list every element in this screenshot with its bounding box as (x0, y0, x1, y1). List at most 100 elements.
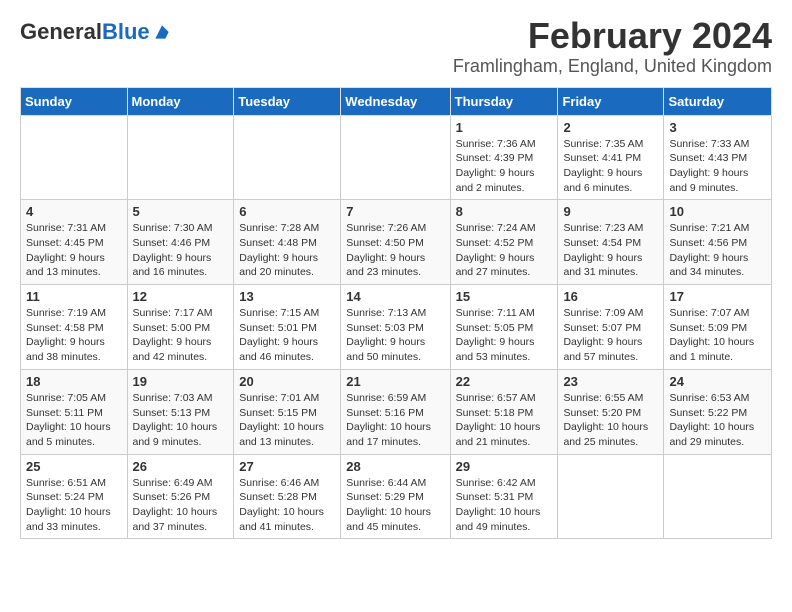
day-number: 1 (456, 120, 553, 135)
main-title: February 2024 (453, 16, 772, 56)
calendar-day-cell: 18Sunrise: 7:05 AM Sunset: 5:11 PM Dayli… (21, 369, 128, 454)
day-info: Sunrise: 7:23 AM Sunset: 4:54 PM Dayligh… (563, 221, 658, 280)
calendar-day-cell: 5 Sunrise: 7:30 AM Sunset: 4:46 PM Daylig… (127, 200, 234, 285)
day-number: 27 (239, 459, 335, 474)
calendar-day-cell: 9 Sunrise: 7:23 AM Sunset: 4:54 PM Daylig… (558, 200, 664, 285)
calendar-week-row: 1 Sunrise: 7:36 AM Sunset: 4:39 PM Daylig… (21, 115, 772, 200)
calendar-day-cell: 7 Sunrise: 7:26 AM Sunset: 4:50 PM Daylig… (341, 200, 450, 285)
day-number: 11 (26, 289, 122, 304)
day-info: Sunrise: 6:46 AM Sunset: 5:28 PM Dayligh… (239, 476, 335, 535)
calendar-day-cell: 13 Sunrise: 7:15 AM Sunset: 5:01 PM Dayli… (234, 285, 341, 370)
day-info: Sunrise: 6:51 AM Sunset: 5:24 PM Dayligh… (26, 476, 122, 535)
day-number: 26 (133, 459, 229, 474)
day-info: Sunrise: 7:30 AM Sunset: 4:46 PM Dayligh… (133, 221, 229, 280)
calendar-day-cell: 14 Sunrise: 7:13 AM Sunset: 5:03 PM Dayli… (341, 285, 450, 370)
day-info: Sunrise: 7:17 AM Sunset: 5:00 PM Dayligh… (133, 306, 229, 365)
calendar-week-row: 25Sunrise: 6:51 AM Sunset: 5:24 PM Dayli… (21, 454, 772, 539)
day-number: 29 (456, 459, 553, 474)
calendar-day-cell: 2Sunrise: 7:35 AM Sunset: 4:41 PM Daylig… (558, 115, 664, 200)
day-number: 15 (456, 289, 553, 304)
weekday-header-tuesday: Tuesday (234, 87, 341, 115)
day-info: Sunrise: 7:33 AM Sunset: 4:43 PM Dayligh… (669, 137, 766, 196)
calendar-week-row: 18Sunrise: 7:05 AM Sunset: 5:11 PM Dayli… (21, 369, 772, 454)
calendar-day-cell: 6 Sunrise: 7:28 AM Sunset: 4:48 PM Daylig… (234, 200, 341, 285)
calendar-day-cell: 11 Sunrise: 7:19 AM Sunset: 4:58 PM Dayli… (21, 285, 128, 370)
day-number: 5 (133, 204, 229, 219)
calendar-day-cell: 17 Sunrise: 7:07 AM Sunset: 5:09 PM Dayli… (664, 285, 772, 370)
day-number: 7 (346, 204, 444, 219)
calendar-empty-cell (664, 454, 772, 539)
day-number: 21 (346, 374, 444, 389)
logo-blue-text: Blue (102, 19, 150, 44)
day-number: 20 (239, 374, 335, 389)
day-number: 9 (563, 204, 658, 219)
day-info: Sunrise: 6:57 AM Sunset: 5:18 PM Dayligh… (456, 391, 553, 450)
weekday-header-friday: Friday (558, 87, 664, 115)
day-info: Sunrise: 6:49 AM Sunset: 5:26 PM Dayligh… (133, 476, 229, 535)
subtitle: Framlingham, England, United Kingdom (453, 56, 772, 77)
calendar-week-row: 11 Sunrise: 7:19 AM Sunset: 4:58 PM Dayli… (21, 285, 772, 370)
day-info: Sunrise: 7:15 AM Sunset: 5:01 PM Dayligh… (239, 306, 335, 365)
calendar-empty-cell (21, 115, 128, 200)
calendar-table: SundayMondayTuesdayWednesdayThursdayFrid… (20, 87, 772, 540)
day-info: Sunrise: 6:42 AM Sunset: 5:31 PM Dayligh… (456, 476, 553, 535)
day-info: Sunrise: 7:11 AM Sunset: 5:05 PM Dayligh… (456, 306, 553, 365)
calendar-header: SundayMondayTuesdayWednesdayThursdayFrid… (21, 87, 772, 115)
day-info: Sunrise: 7:07 AM Sunset: 5:09 PM Dayligh… (669, 306, 766, 365)
calendar-day-cell: 22Sunrise: 6:57 AM Sunset: 5:18 PM Dayli… (450, 369, 558, 454)
calendar-day-cell: 16 Sunrise: 7:09 AM Sunset: 5:07 PM Dayli… (558, 285, 664, 370)
day-info: Sunrise: 7:19 AM Sunset: 4:58 PM Dayligh… (26, 306, 122, 365)
calendar-day-cell: 8Sunrise: 7:24 AM Sunset: 4:52 PM Daylig… (450, 200, 558, 285)
weekday-header-monday: Monday (127, 87, 234, 115)
day-info: Sunrise: 7:21 AM Sunset: 4:56 PM Dayligh… (669, 221, 766, 280)
day-number: 4 (26, 204, 122, 219)
day-info: Sunrise: 6:59 AM Sunset: 5:16 PM Dayligh… (346, 391, 444, 450)
calendar-day-cell: 29 Sunrise: 6:42 AM Sunset: 5:31 PM Dayli… (450, 454, 558, 539)
day-info: Sunrise: 7:28 AM Sunset: 4:48 PM Dayligh… (239, 221, 335, 280)
day-number: 16 (563, 289, 658, 304)
weekday-header-row: SundayMondayTuesdayWednesdayThursdayFrid… (21, 87, 772, 115)
day-number: 10 (669, 204, 766, 219)
calendar-day-cell: 4Sunrise: 7:31 AM Sunset: 4:45 PM Daylig… (21, 200, 128, 285)
weekday-header-thursday: Thursday (450, 87, 558, 115)
calendar-body: 1 Sunrise: 7:36 AM Sunset: 4:39 PM Daylig… (21, 115, 772, 539)
header: GeneralBlue February 2024 Framlingham, E… (20, 16, 772, 77)
calendar-day-cell: 21 Sunrise: 6:59 AM Sunset: 5:16 PM Dayli… (341, 369, 450, 454)
calendar-day-cell: 12 Sunrise: 7:17 AM Sunset: 5:00 PM Dayli… (127, 285, 234, 370)
calendar-empty-cell (341, 115, 450, 200)
calendar-day-cell: 28Sunrise: 6:44 AM Sunset: 5:29 PM Dayli… (341, 454, 450, 539)
day-number: 24 (669, 374, 766, 389)
day-number: 14 (346, 289, 444, 304)
title-section: February 2024 Framlingham, England, Unit… (453, 16, 772, 77)
day-info: Sunrise: 7:13 AM Sunset: 5:03 PM Dayligh… (346, 306, 444, 365)
day-number: 13 (239, 289, 335, 304)
day-info: Sunrise: 7:36 AM Sunset: 4:39 PM Dayligh… (456, 137, 553, 196)
calendar-empty-cell (234, 115, 341, 200)
calendar-day-cell: 20 Sunrise: 7:01 AM Sunset: 5:15 PM Dayli… (234, 369, 341, 454)
day-info: Sunrise: 7:24 AM Sunset: 4:52 PM Dayligh… (456, 221, 553, 280)
day-number: 6 (239, 204, 335, 219)
day-info: Sunrise: 6:55 AM Sunset: 5:20 PM Dayligh… (563, 391, 658, 450)
day-number: 23 (563, 374, 658, 389)
calendar-day-cell: 27 Sunrise: 6:46 AM Sunset: 5:28 PM Dayli… (234, 454, 341, 539)
day-info: Sunrise: 7:09 AM Sunset: 5:07 PM Dayligh… (563, 306, 658, 365)
weekday-header-wednesday: Wednesday (341, 87, 450, 115)
day-number: 17 (669, 289, 766, 304)
day-info: Sunrise: 7:01 AM Sunset: 5:15 PM Dayligh… (239, 391, 335, 450)
day-info: Sunrise: 7:26 AM Sunset: 4:50 PM Dayligh… (346, 221, 444, 280)
weekday-header-sunday: Sunday (21, 87, 128, 115)
day-number: 3 (669, 120, 766, 135)
calendar-day-cell: 23 Sunrise: 6:55 AM Sunset: 5:20 PM Dayli… (558, 369, 664, 454)
day-info: Sunrise: 6:53 AM Sunset: 5:22 PM Dayligh… (669, 391, 766, 450)
logo: GeneralBlue (20, 20, 172, 44)
calendar-empty-cell (558, 454, 664, 539)
calendar-day-cell: 15 Sunrise: 7:11 AM Sunset: 5:05 PM Dayli… (450, 285, 558, 370)
calendar-day-cell: 25Sunrise: 6:51 AM Sunset: 5:24 PM Dayli… (21, 454, 128, 539)
weekday-header-saturday: Saturday (664, 87, 772, 115)
logo-icon (152, 22, 172, 42)
calendar-day-cell: 26 Sunrise: 6:49 AM Sunset: 5:26 PM Dayli… (127, 454, 234, 539)
day-number: 12 (133, 289, 229, 304)
day-number: 19 (133, 374, 229, 389)
calendar-day-cell: 19Sunrise: 7:03 AM Sunset: 5:13 PM Dayli… (127, 369, 234, 454)
calendar-day-cell: 10 Sunrise: 7:21 AM Sunset: 4:56 PM Dayli… (664, 200, 772, 285)
